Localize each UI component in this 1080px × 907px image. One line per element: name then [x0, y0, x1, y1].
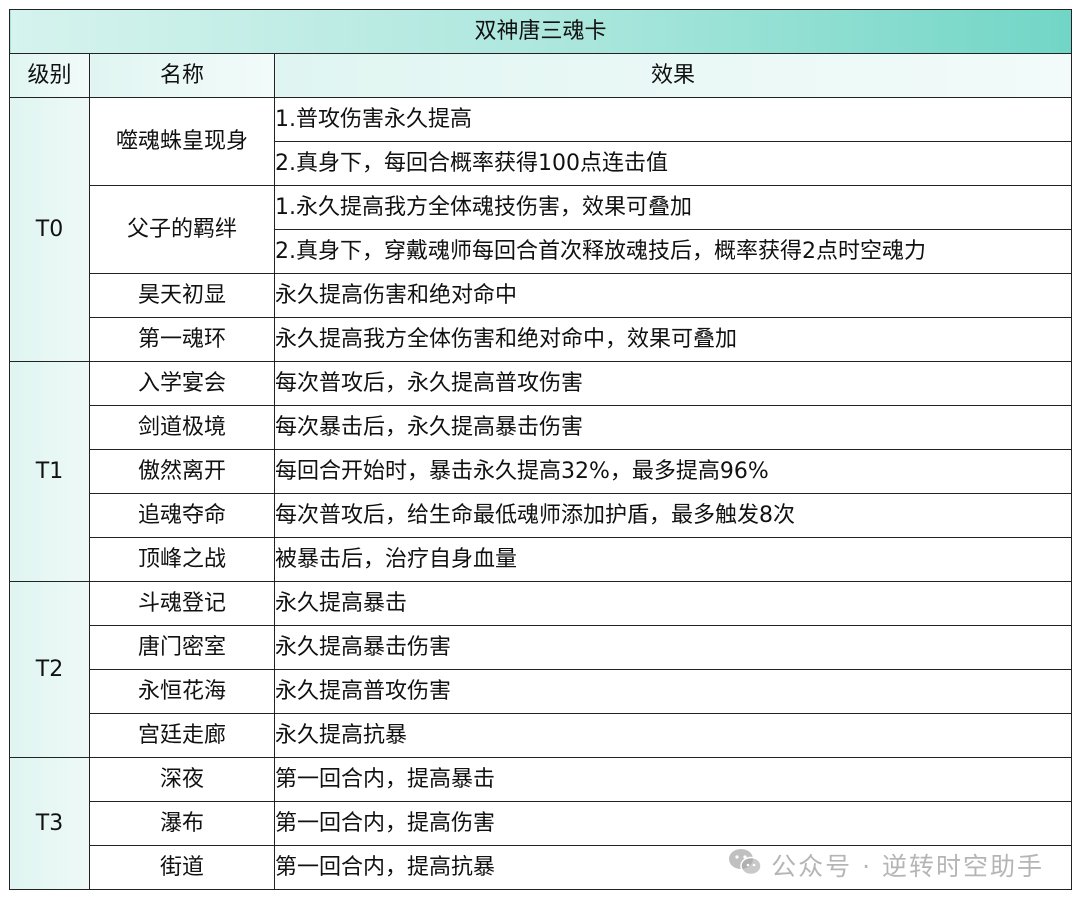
- header-row: 级别 名称 效果: [9, 53, 1073, 98]
- tier-cell: T1: [9, 361, 90, 582]
- card-effect-cell: 1.永久提高我方全体魂技伤害，效果可叠加: [273, 185, 1073, 230]
- table-row: T2 斗魂登记 永久提高暴击: [9, 581, 1073, 758]
- card-effect-cell: 被暴击后，治疗自身血量: [273, 537, 1073, 582]
- card-name-cell: 噬魂蛛皇现身: [89, 97, 275, 186]
- tier-cell: T0: [9, 97, 90, 362]
- card-effect-cell: 每次暴击后，永久提高暴击伤害: [273, 405, 1073, 450]
- tier-cell: T3: [9, 757, 90, 890]
- card-name-cell: 街道: [89, 845, 275, 890]
- table-row: 昊天初显 永久提高伤害和绝对命中: [10, 273, 1073, 318]
- wechat-icon: [727, 847, 763, 883]
- table-row: T0 噬魂蛛皇现身 1.普攻伤害永久提高: [9, 97, 1073, 362]
- card-effect-cell: 每回合开始时，暴击永久提高32%，最多提高96%: [273, 449, 1073, 494]
- card-effect-cell: 2.真身下，穿戴魂师每回合首次释放魂技后，概率获得2点时空魂力: [273, 229, 1073, 274]
- watermark-text: 公众号 · 逆转时空助手: [771, 852, 1044, 881]
- card-name-cell: 宫廷走廊: [89, 713, 275, 758]
- watermark: 公众号 · 逆转时空助手: [727, 847, 1044, 883]
- table-row: 第一魂环 永久提高我方全体伤害和绝对命中，效果可叠加: [10, 317, 1073, 362]
- card-name-cell: 剑道极境: [89, 405, 275, 450]
- card-name-cell: 追魂夺命: [89, 493, 275, 538]
- soul-card-table: 双神唐三魂卡 级别 名称 效果 T0 噬魂蛛皇现身 1.普攻伤害永久提高 2.真身下，…: [8, 9, 1073, 890]
- card-name-cell: 昊天初显: [89, 273, 275, 318]
- table-row: 顶峰之战 被暴击后，治疗自身血量: [10, 537, 1073, 582]
- card-effect-cell: 永久提高普攻伤害: [273, 669, 1073, 714]
- card-effect-cell: 永久提高抗暴: [273, 713, 1073, 758]
- card-name-cell: 顶峰之战: [89, 537, 275, 582]
- card-name-cell: 傲然离开: [89, 449, 275, 494]
- table-row: 宫廷走廊 永久提高抗暴: [10, 713, 1073, 758]
- card-name-cell: 永恒花海: [89, 669, 275, 714]
- table-row: 永恒花海 永久提高普攻伤害: [10, 669, 1073, 714]
- card-name-cell: 第一魂环: [89, 317, 275, 362]
- card-effect-cell: 永久提高伤害和绝对命中: [273, 273, 1073, 318]
- table-body: T0 噬魂蛛皇现身 1.普攻伤害永久提高 2.真身下，每回合概率获得100点连击值 父子…: [9, 97, 1073, 890]
- card-name-cell: 唐门密室: [89, 625, 275, 670]
- card-effect-cell: 永久提高暴击伤害: [273, 625, 1073, 670]
- table-row: T1 入学宴会 每次普攻后，永久提高普攻伤害: [9, 361, 1073, 582]
- table-row: 追魂夺命 每次普攻后，给生命最低魂师添加护盾，最多触发8次: [10, 493, 1073, 538]
- card-effect-cell: 第一回合内，提高伤害: [273, 801, 1073, 846]
- title-row: 双神唐三魂卡: [8, 9, 1073, 54]
- card-effect-cell: 每次普攻后，给生命最低魂师添加护盾，最多触发8次: [273, 493, 1073, 538]
- table-title: 双神唐三魂卡: [8, 9, 1073, 54]
- card-effect-cell: 第一回合内，提高暴击: [273, 757, 1073, 802]
- card-name-cell: 父子的羁绊: [89, 185, 275, 274]
- card-name-cell: 瀑布: [89, 801, 275, 846]
- tier-cell: T2: [9, 581, 90, 758]
- header-tier: 级别: [9, 53, 90, 98]
- card-effect-cell: 永久提高我方全体伤害和绝对命中，效果可叠加: [273, 317, 1073, 362]
- table-row: 父子的羁绊 1.永久提高我方全体魂技伤害，效果可叠加: [10, 185, 1073, 274]
- card-name-cell: 斗魂登记: [89, 581, 275, 626]
- table-row: 傲然离开 每回合开始时，暴击永久提高32%，最多提高96%: [10, 449, 1073, 494]
- card-effect-cell: 每次普攻后，永久提高普攻伤害: [273, 361, 1073, 406]
- table-row: 瀑布 第一回合内，提高伤害: [10, 801, 1073, 846]
- header-effect: 效果: [273, 53, 1073, 98]
- card-name-cell: 深夜: [89, 757, 275, 802]
- header-name: 名称: [89, 53, 275, 98]
- card-name-cell: 入学宴会: [89, 361, 275, 406]
- table-row: 剑道极境 每次暴击后，永久提高暴击伤害: [10, 405, 1073, 450]
- table-row: 唐门密室 永久提高暴击伤害: [10, 625, 1073, 670]
- card-effect-cell: 2.真身下，每回合概率获得100点连击值: [273, 141, 1073, 186]
- table-row: T3 深夜 第一回合内，提高暴击: [9, 757, 1073, 890]
- card-effect-cell: 永久提高暴击: [273, 581, 1073, 626]
- card-effect-cell: 1.普攻伤害永久提高: [273, 97, 1073, 142]
